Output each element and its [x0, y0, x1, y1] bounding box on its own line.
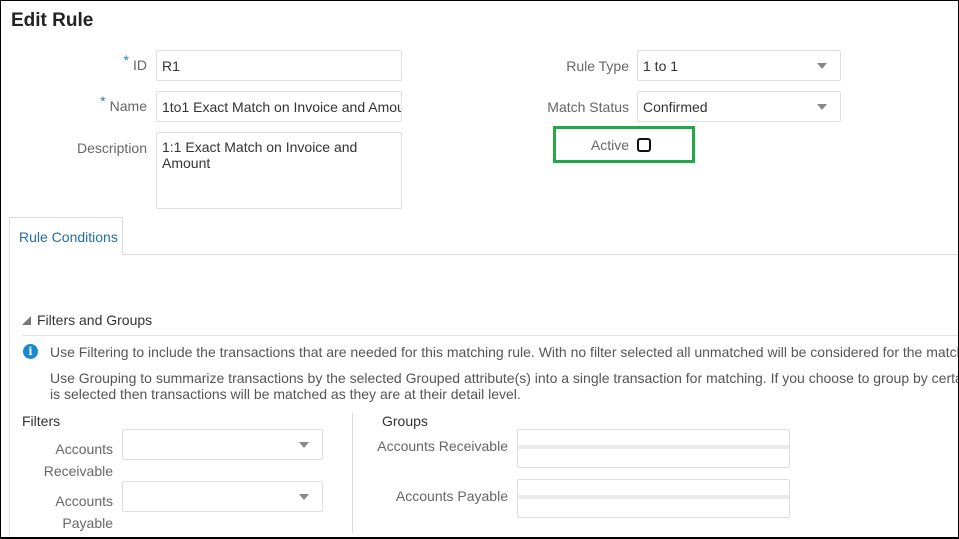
filter-ar-select[interactable] — [122, 429, 323, 460]
description-textarea[interactable]: 1:1 Exact Match on Invoice and Amount — [156, 132, 402, 209]
id-label: * ID — [123, 52, 147, 73]
name-label: * Name — [100, 93, 147, 114]
info-text-detail: is selected then transactions will be ma… — [50, 386, 521, 402]
tab-rule-conditions[interactable]: Rule Conditions — [9, 217, 123, 255]
filter-ar-label: Accounts Receivable — [43, 441, 113, 479]
chevron-down-icon — [299, 441, 309, 448]
group-ar-bar — [518, 445, 789, 449]
group-ar-label: Accounts Receivable — [377, 438, 508, 454]
id-input[interactable]: R1 — [156, 50, 402, 81]
group-ap-label: Accounts Payable — [395, 488, 508, 504]
filter-ap-select[interactable] — [122, 481, 323, 512]
chevron-down-icon — [817, 62, 827, 69]
active-label: Active — [590, 137, 629, 153]
match-status-label: Match Status — [547, 99, 629, 115]
filters-groups-divider — [352, 413, 353, 533]
group-ap-bar — [518, 495, 789, 499]
group-ar-selector[interactable] — [517, 429, 790, 468]
groups-title: Groups — [382, 413, 428, 429]
tab-divider — [122, 254, 958, 255]
info-text-grouping: Use Grouping to summarize transactions b… — [50, 370, 959, 386]
required-icon: * — [100, 93, 106, 109]
page-title: Edit Rule — [11, 10, 94, 31]
rule-type-label: Rule Type — [566, 58, 629, 74]
filters-groups-header[interactable]: Filters and Groups — [22, 312, 152, 328]
description-label: Description — [76, 140, 147, 156]
match-status-select[interactable]: Confirmed — [637, 91, 841, 122]
required-icon: * — [123, 52, 129, 68]
section-divider — [22, 335, 958, 336]
edit-rule-window: Edit Rule * ID R1 * Name 1to1 Exact Match … — [0, 0, 959, 539]
active-checkbox[interactable] — [637, 138, 651, 152]
info-icon: i — [23, 344, 38, 359]
group-ap-selector[interactable] — [517, 479, 790, 518]
collapse-triangle-icon — [22, 315, 31, 325]
filter-ap-label: Accounts Payable — [55, 493, 113, 531]
rule-type-select[interactable]: 1 to 1 — [637, 50, 841, 81]
panel-border — [9, 254, 10, 537]
chevron-down-icon — [299, 493, 309, 500]
filters-title: Filters — [22, 413, 61, 429]
name-input[interactable]: 1to1 Exact Match on Invoice and Amou — [156, 91, 402, 122]
info-text-filtering: Use Filtering to include the transaction… — [50, 344, 959, 360]
chevron-down-icon — [817, 103, 827, 110]
